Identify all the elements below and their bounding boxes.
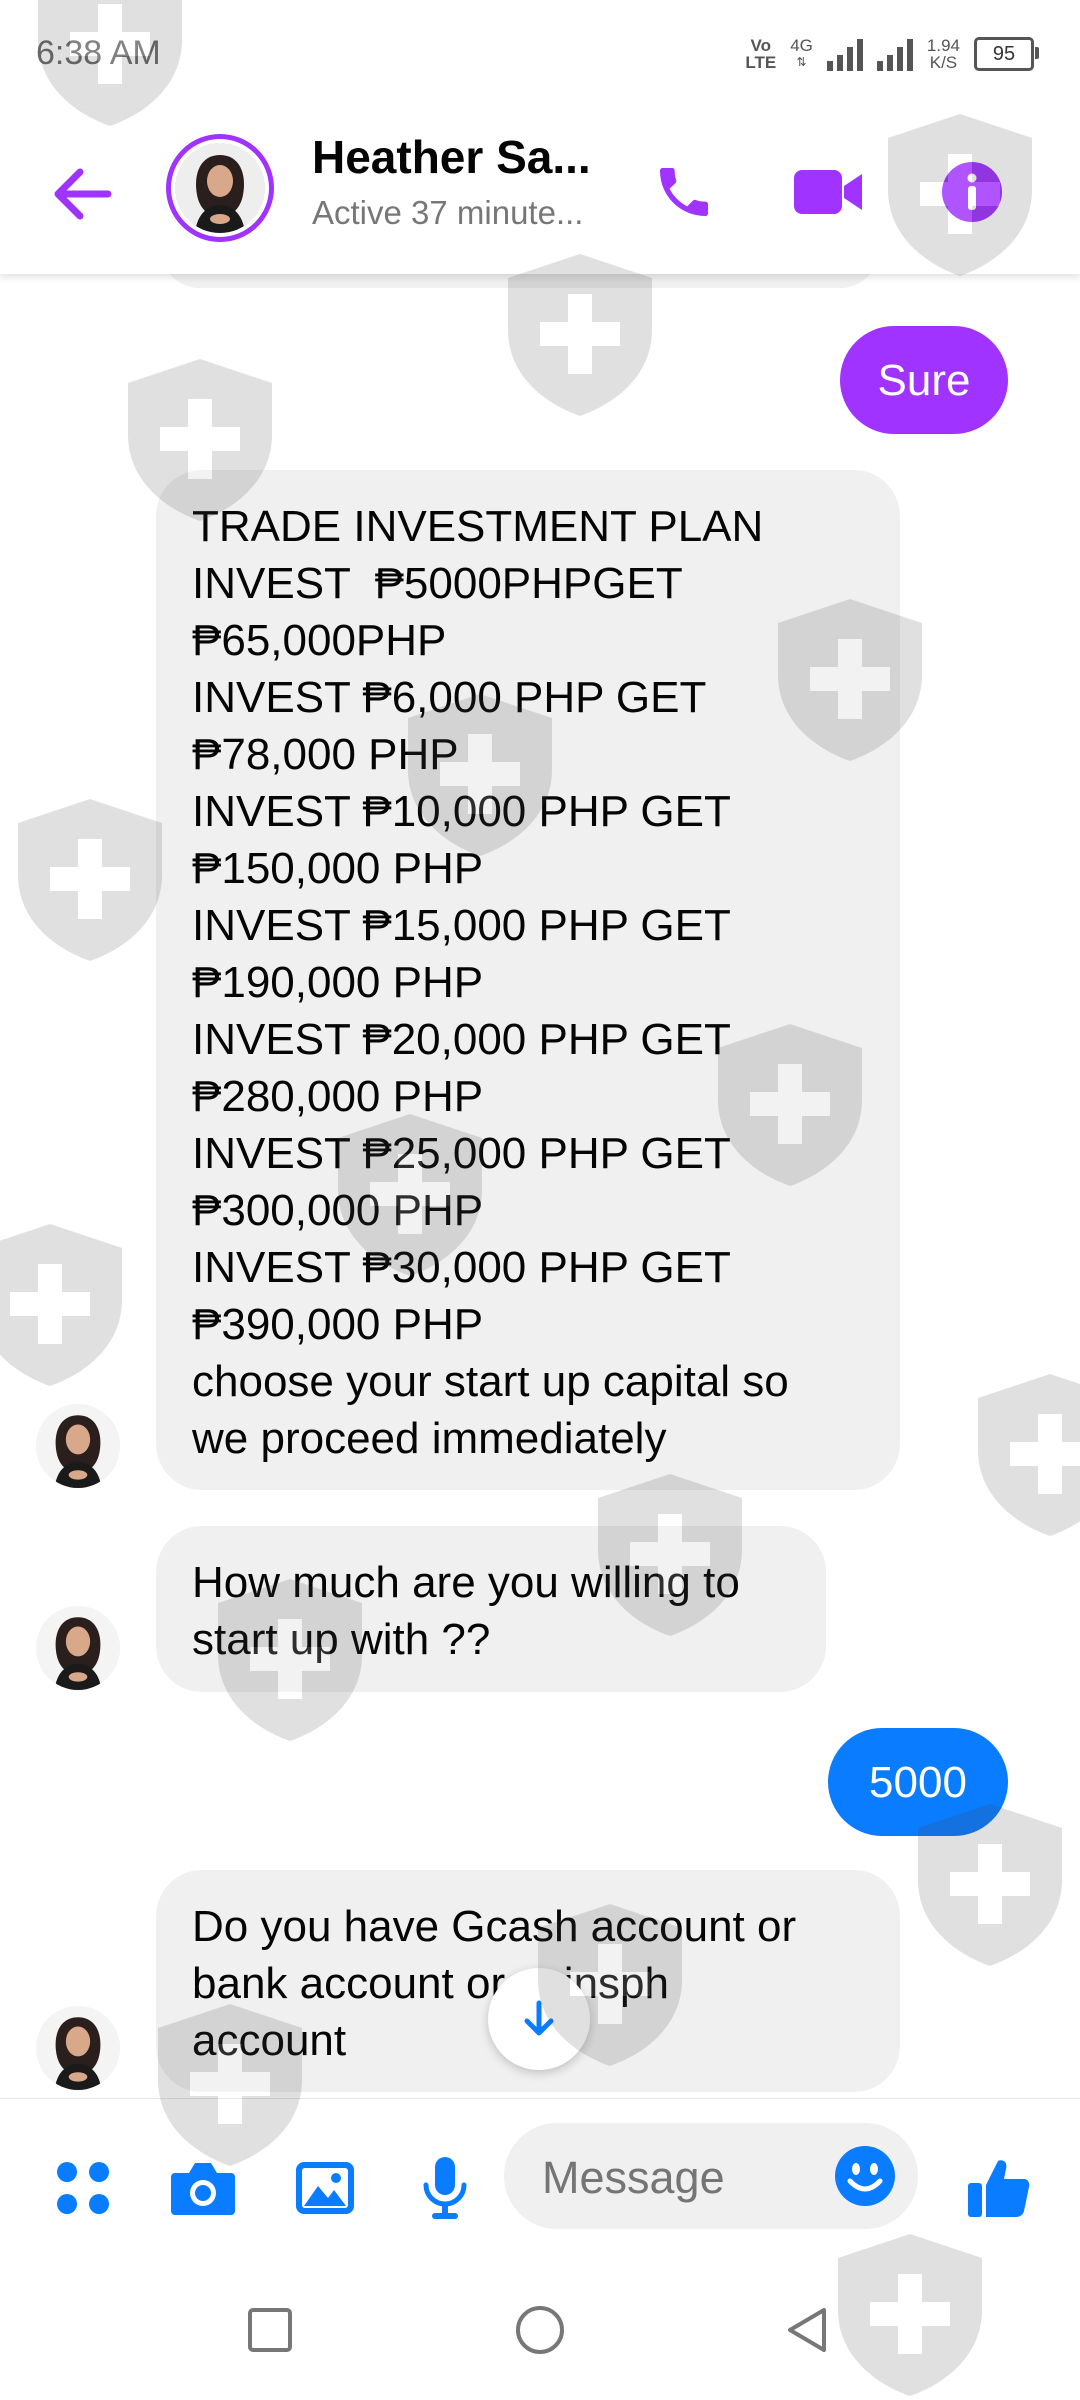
outgoing-message[interactable]: 5000 [828,1728,1008,1836]
like-button[interactable] [964,2153,1034,2223]
arrow-down-icon [524,2000,554,2036]
camera-icon [171,2163,235,2215]
person-photo [175,143,265,233]
back-button[interactable] [50,162,114,226]
watermark-shield-icon [978,1374,1080,1536]
status-bar: 6:38 AM Vo LTE 4G ⇅ 1.94 K/S 95 [0,0,1080,110]
network-type: 4G ⇅ [790,36,813,69]
status-time: 6:38 AM [36,34,161,72]
back-nav-button[interactable] [776,2298,840,2362]
message-text: 5000 [869,1757,967,1807]
network-speed: 1.94 K/S [926,36,960,72]
voice-record-button[interactable] [410,2153,480,2223]
video-camera-icon [794,170,862,214]
contact-avatar[interactable] [166,134,274,242]
sender-avatar[interactable] [36,2006,120,2090]
watermark-shield-icon [18,799,162,961]
video-call-button[interactable] [788,152,868,232]
watermark-shield-icon [0,1224,122,1386]
square-icon [248,2308,292,2352]
recent-apps-button[interactable] [238,2298,302,2362]
status-icons: Vo LTE 4G ⇅ 1.94 K/S 95 [745,34,1039,74]
system-navigation-bar [0,2260,1080,2400]
outgoing-message[interactable]: Sure [840,326,1008,434]
more-actions-button[interactable] [48,2153,118,2223]
incoming-message[interactable]: TRADE INVESTMENT PLAN INVEST ₱5000PHPGET… [156,470,900,1490]
person-photo [36,2006,120,2090]
sender-avatar[interactable] [36,1404,120,1488]
home-button[interactable] [508,2298,572,2362]
info-icon [942,162,1002,222]
avatar [175,143,265,233]
battery-level: 95 [992,42,1016,65]
image-icon [296,2162,354,2214]
message-input-box[interactable] [504,2123,918,2229]
gallery-button[interactable] [290,2153,360,2223]
camera-button[interactable] [168,2153,238,2223]
person-photo [36,1606,120,1690]
chat-header: Heather Sa... Active 37 minute... [0,110,1080,274]
emoji-button[interactable] [834,2145,896,2207]
arrow-left-icon [54,168,112,220]
volte-indicator: Vo LTE [745,36,777,72]
message-text: Sure [877,355,971,405]
contact-name[interactable]: Heather Sa... [312,130,591,184]
info-button[interactable] [932,152,1012,232]
contact-active-status: Active 37 minute... [312,194,584,231]
signal-icon-2 [876,37,913,71]
triangle-back-icon [788,2308,826,2352]
sender-avatar[interactable] [36,1606,120,1690]
phone-icon [660,168,708,216]
message-input[interactable] [540,2151,814,2205]
smiley-icon [835,2146,895,2206]
thumbs-up-icon [968,2160,1030,2217]
incoming-message[interactable]: How much are you willing to start up wit… [156,1526,826,1692]
call-button[interactable] [644,152,724,232]
person-photo [36,1404,120,1488]
signal-icon [826,37,863,71]
scroll-to-bottom-button[interactable] [488,1968,590,2070]
message-composer [0,2098,1080,2261]
microphone-icon [423,2157,467,2219]
circle-icon [516,2306,564,2354]
four-dots-icon [57,2162,109,2214]
battery-icon: 95 [974,37,1039,71]
